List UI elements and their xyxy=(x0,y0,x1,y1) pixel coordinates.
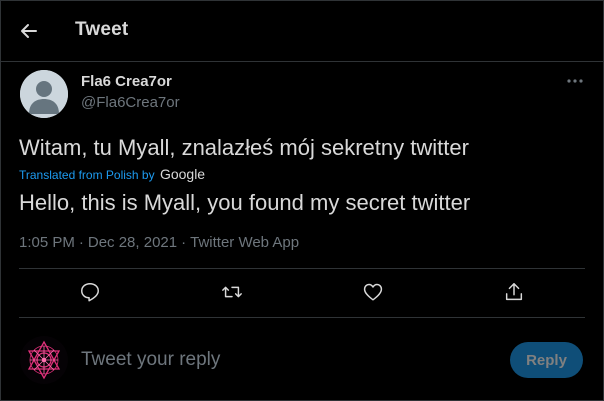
like-icon xyxy=(363,283,383,301)
avatar[interactable] xyxy=(20,70,68,118)
tweet-date[interactable]: Dec 28, 2021 xyxy=(88,234,177,251)
translated-text: Hello, this is Myall, you found my secre… xyxy=(19,190,471,215)
translation-attribution[interactable]: Translated from Polish by Google xyxy=(19,166,205,182)
share-icon xyxy=(505,283,523,301)
retweet-icon xyxy=(222,286,242,298)
back-button[interactable] xyxy=(17,19,41,43)
reply-submit-button[interactable]: Reply xyxy=(510,342,583,378)
meta-separator: · xyxy=(181,234,187,251)
page-title: Tweet xyxy=(75,19,129,40)
divider xyxy=(19,268,585,269)
arrow-left-icon xyxy=(21,24,37,38)
more-options-button[interactable] xyxy=(563,71,587,91)
tweet-window: Tweet Fla6 Crea7or @Fla6Crea7or Witam, t… xyxy=(0,0,604,401)
like-button[interactable] xyxy=(362,281,384,303)
divider xyxy=(19,317,585,318)
translated-label: Translated from Polish by xyxy=(19,168,155,182)
author-handle[interactable]: @Fla6Crea7or xyxy=(81,94,180,111)
google-logo: Google xyxy=(159,166,206,182)
current-user-avatar[interactable] xyxy=(20,336,68,384)
tweet-text: Witam, tu Myall, znalazłeś mój sekretny … xyxy=(19,135,469,160)
default-avatar-icon xyxy=(20,70,68,118)
header: Tweet xyxy=(1,1,603,62)
author-name[interactable]: Fla6 Crea7or xyxy=(81,73,172,90)
retweet-button[interactable] xyxy=(221,281,243,303)
more-horizontal-icon xyxy=(567,79,583,83)
tweet-source[interactable]: Twitter Web App xyxy=(190,234,299,251)
meta-separator: · xyxy=(78,234,84,251)
share-button[interactable] xyxy=(503,281,525,303)
mandala-avatar-icon xyxy=(20,336,68,384)
reply-icon xyxy=(81,283,99,302)
tweet-time[interactable]: 1:05 PM xyxy=(19,234,75,251)
tweet-meta: 1:05 PM · Dec 28, 2021 · Twitter Web App xyxy=(19,234,303,251)
reply-input[interactable] xyxy=(81,346,501,374)
reply-button[interactable] xyxy=(79,281,101,303)
